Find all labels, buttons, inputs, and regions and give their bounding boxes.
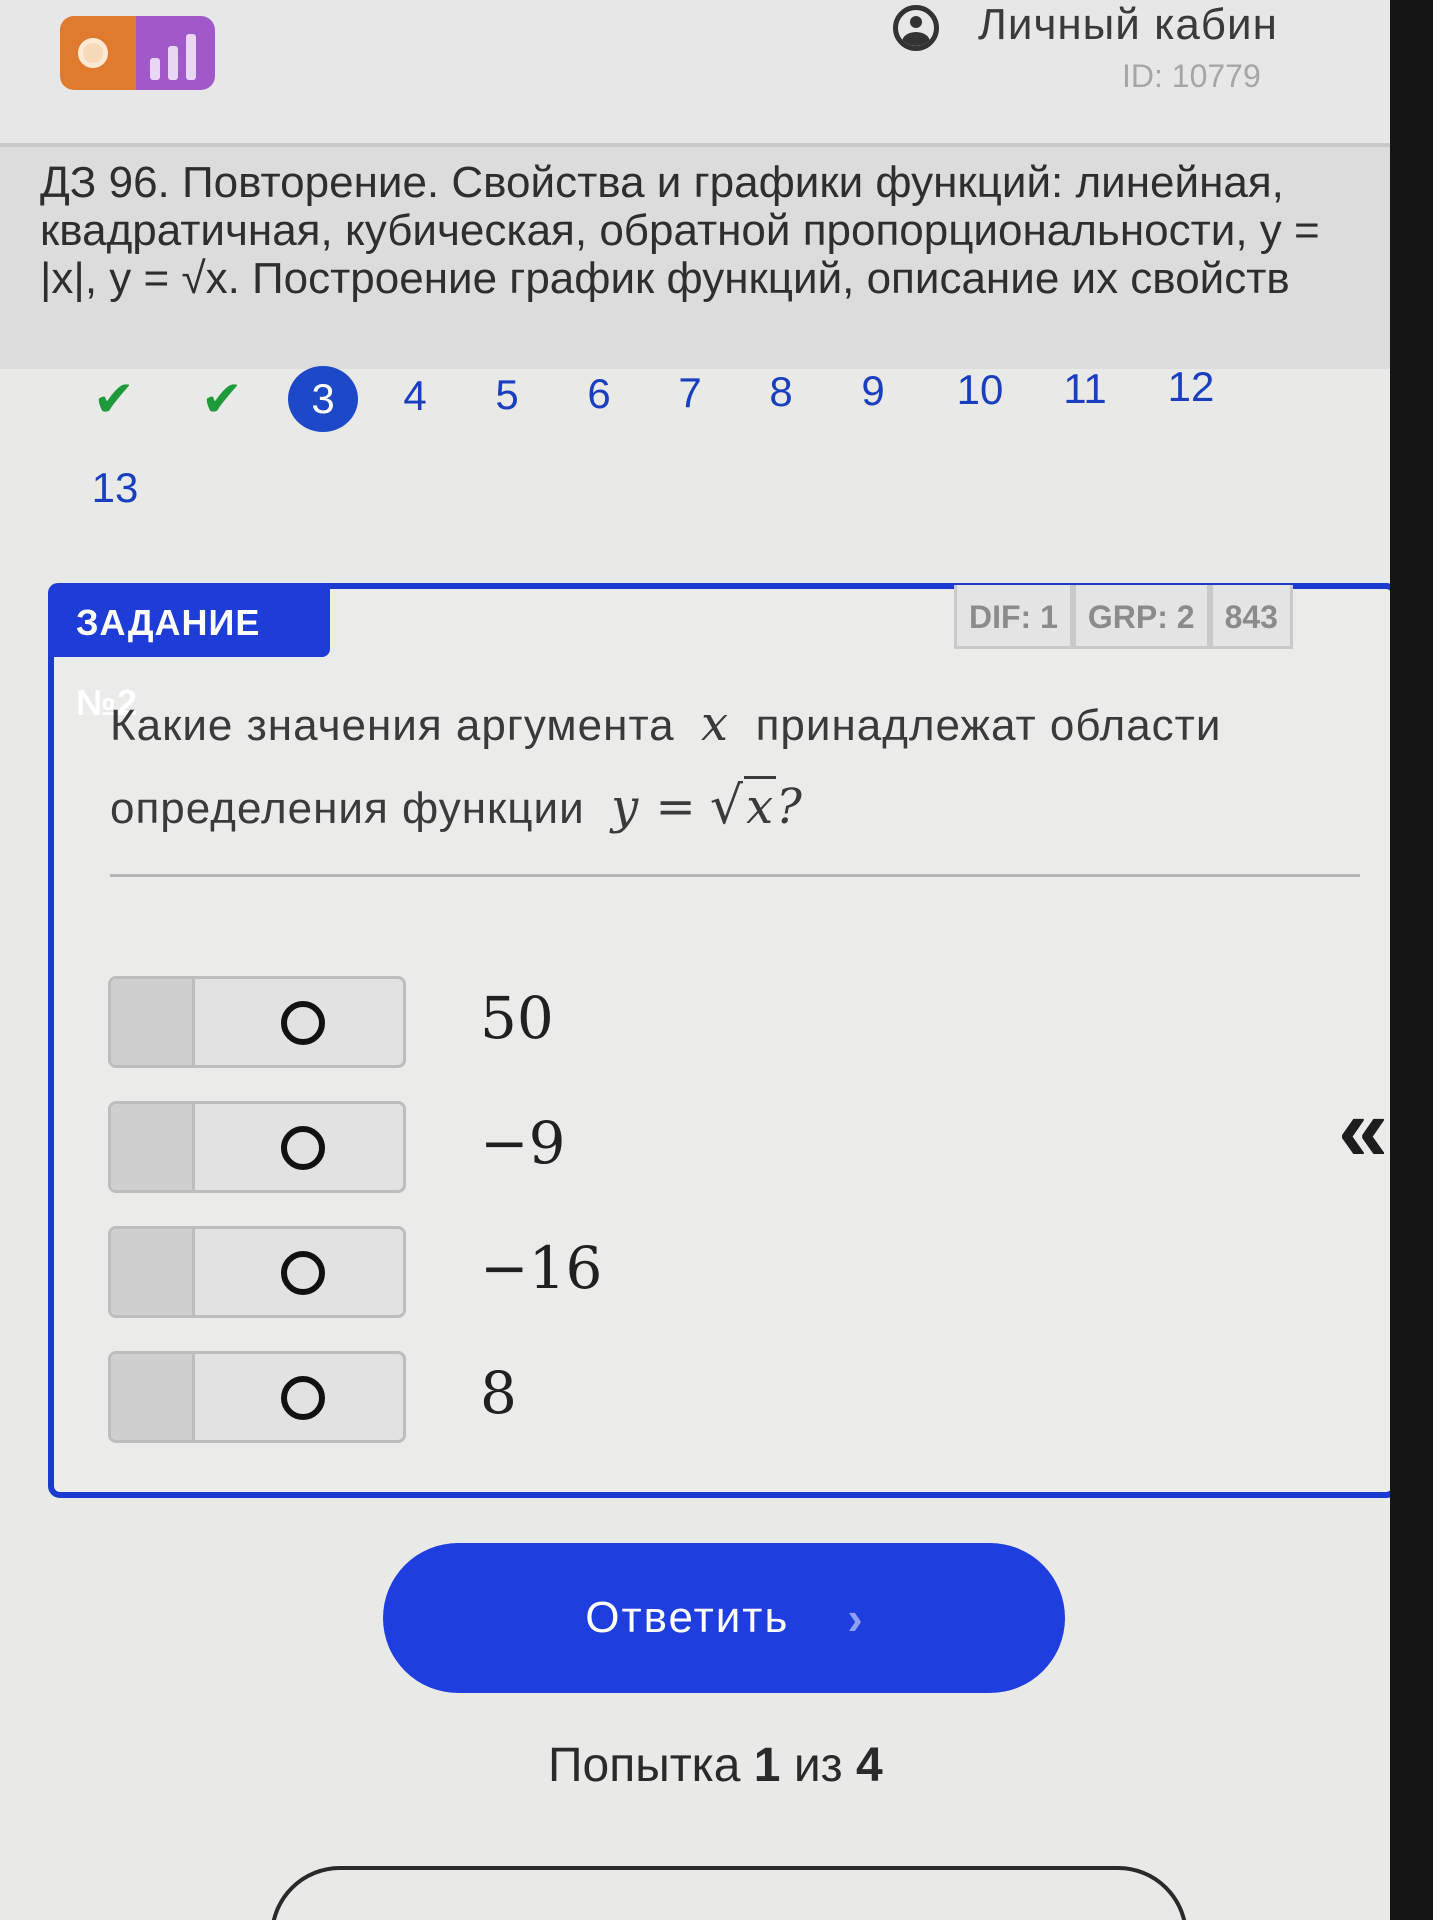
- attempt-prefix: Попытка: [548, 1739, 741, 1792]
- radio-circle-icon: [281, 1251, 325, 1295]
- question-part: определения функции: [110, 784, 585, 833]
- radio-circle-icon: [281, 1376, 325, 1420]
- toggle-knob: [111, 1229, 195, 1315]
- group-badge: GRP: 2: [1072, 585, 1210, 649]
- question-variable: x: [701, 696, 730, 752]
- task-meta: DIF: 1 GRP: 2 843: [954, 585, 1293, 649]
- task-nav-item-1-done[interactable]: ✔: [84, 369, 144, 429]
- question-part: принадлежат области: [755, 701, 1222, 750]
- option-value: 50: [480, 984, 554, 1052]
- task-nav-item[interactable]: 7: [660, 363, 720, 423]
- difficulty-badge: DIF: 1: [954, 585, 1073, 649]
- screen: Личный кабин ID: 10779 ДЗ 96. Повторение…: [0, 0, 1390, 1920]
- option-value: 8: [480, 1359, 517, 1427]
- user-icon[interactable]: [893, 5, 939, 51]
- task-navigation: ✔ ✔ 3 4 5 6 7 8 9 10 11 12 13: [0, 363, 1390, 569]
- app-logo[interactable]: [60, 16, 215, 90]
- radio-circle-icon: [281, 1126, 325, 1170]
- radio-circle-icon: [281, 1001, 325, 1045]
- task-nav-item[interactable]: 8: [751, 362, 811, 422]
- answer-option[interactable]: 8: [108, 1351, 908, 1443]
- option-value: −16: [480, 1234, 603, 1302]
- task-nav-item[interactable]: 6: [569, 364, 629, 424]
- submit-label: Ответить: [585, 1593, 790, 1642]
- question-text: Какие значения аргумента x принадлежат о…: [110, 684, 1340, 849]
- task-number-badge: ЗАДАНИЕ №2: [48, 583, 330, 723]
- answer-option[interactable]: −16: [108, 1226, 908, 1318]
- attempt-total: 4: [855, 1739, 883, 1792]
- bar-chart-icon: [136, 16, 215, 90]
- lesson-title: ДЗ 96. Повторение. Свойства и графики фу…: [40, 158, 1320, 303]
- secondary-button[interactable]: [270, 1866, 1188, 1920]
- task-nav-item-current[interactable]: 3: [288, 366, 358, 432]
- task-nav-item-2-done[interactable]: ✔: [192, 369, 252, 429]
- toggle-knob: [111, 1354, 195, 1440]
- option-value: −9: [480, 1109, 566, 1177]
- toggle-knob: [111, 1104, 195, 1190]
- task-card: ЗАДАНИЕ №2 DIF: 1 GRP: 2 843 Какие значе…: [48, 583, 1390, 1498]
- question-formula-lhs: y =: [611, 779, 697, 835]
- task-nav-item[interactable]: 13: [80, 458, 150, 518]
- header: Личный кабин ID: 10779: [0, 0, 1390, 147]
- sqrt-symbol: √: [709, 776, 745, 836]
- user-id: ID: 10779: [1122, 58, 1261, 94]
- question-part: Какие значения аргумента: [110, 701, 675, 750]
- device-bezel: [1390, 0, 1433, 1920]
- option-toggle[interactable]: [108, 976, 406, 1068]
- toggle-knob: [111, 979, 195, 1065]
- sqrt-argument: x: [744, 776, 777, 835]
- task-nav-item[interactable]: 12: [1156, 357, 1226, 417]
- task-nav-item[interactable]: 10: [945, 360, 1015, 420]
- task-nav-item[interactable]: 5: [477, 365, 537, 425]
- double-chevron-left-icon[interactable]: «: [1338, 1085, 1388, 1175]
- answer-option[interactable]: 50: [108, 976, 908, 1068]
- answer-option[interactable]: −9: [108, 1101, 908, 1193]
- chevron-right-icon: ›: [847, 1592, 863, 1644]
- task-id-badge: 843: [1209, 585, 1293, 649]
- lightbulb-icon: [60, 16, 136, 90]
- attempt-current: 1: [753, 1739, 781, 1792]
- option-toggle[interactable]: [108, 1351, 406, 1443]
- attempt-middle: из: [793, 1739, 843, 1792]
- submit-answer-button[interactable]: Ответить ›: [383, 1543, 1065, 1693]
- task-nav-item[interactable]: 9: [843, 361, 903, 421]
- lesson-title-box: ДЗ 96. Повторение. Свойства и графики фу…: [0, 147, 1390, 369]
- personal-cabinet-link[interactable]: Личный кабин: [978, 0, 1278, 50]
- question-divider: [110, 874, 1360, 877]
- option-toggle[interactable]: [108, 1101, 406, 1193]
- option-toggle[interactable]: [108, 1226, 406, 1318]
- question-mark: ?: [776, 779, 803, 835]
- attempt-counter: Попытка 1 из 4: [548, 1738, 883, 1793]
- task-nav-item[interactable]: 4: [385, 366, 445, 426]
- task-nav-item[interactable]: 11: [1050, 359, 1120, 419]
